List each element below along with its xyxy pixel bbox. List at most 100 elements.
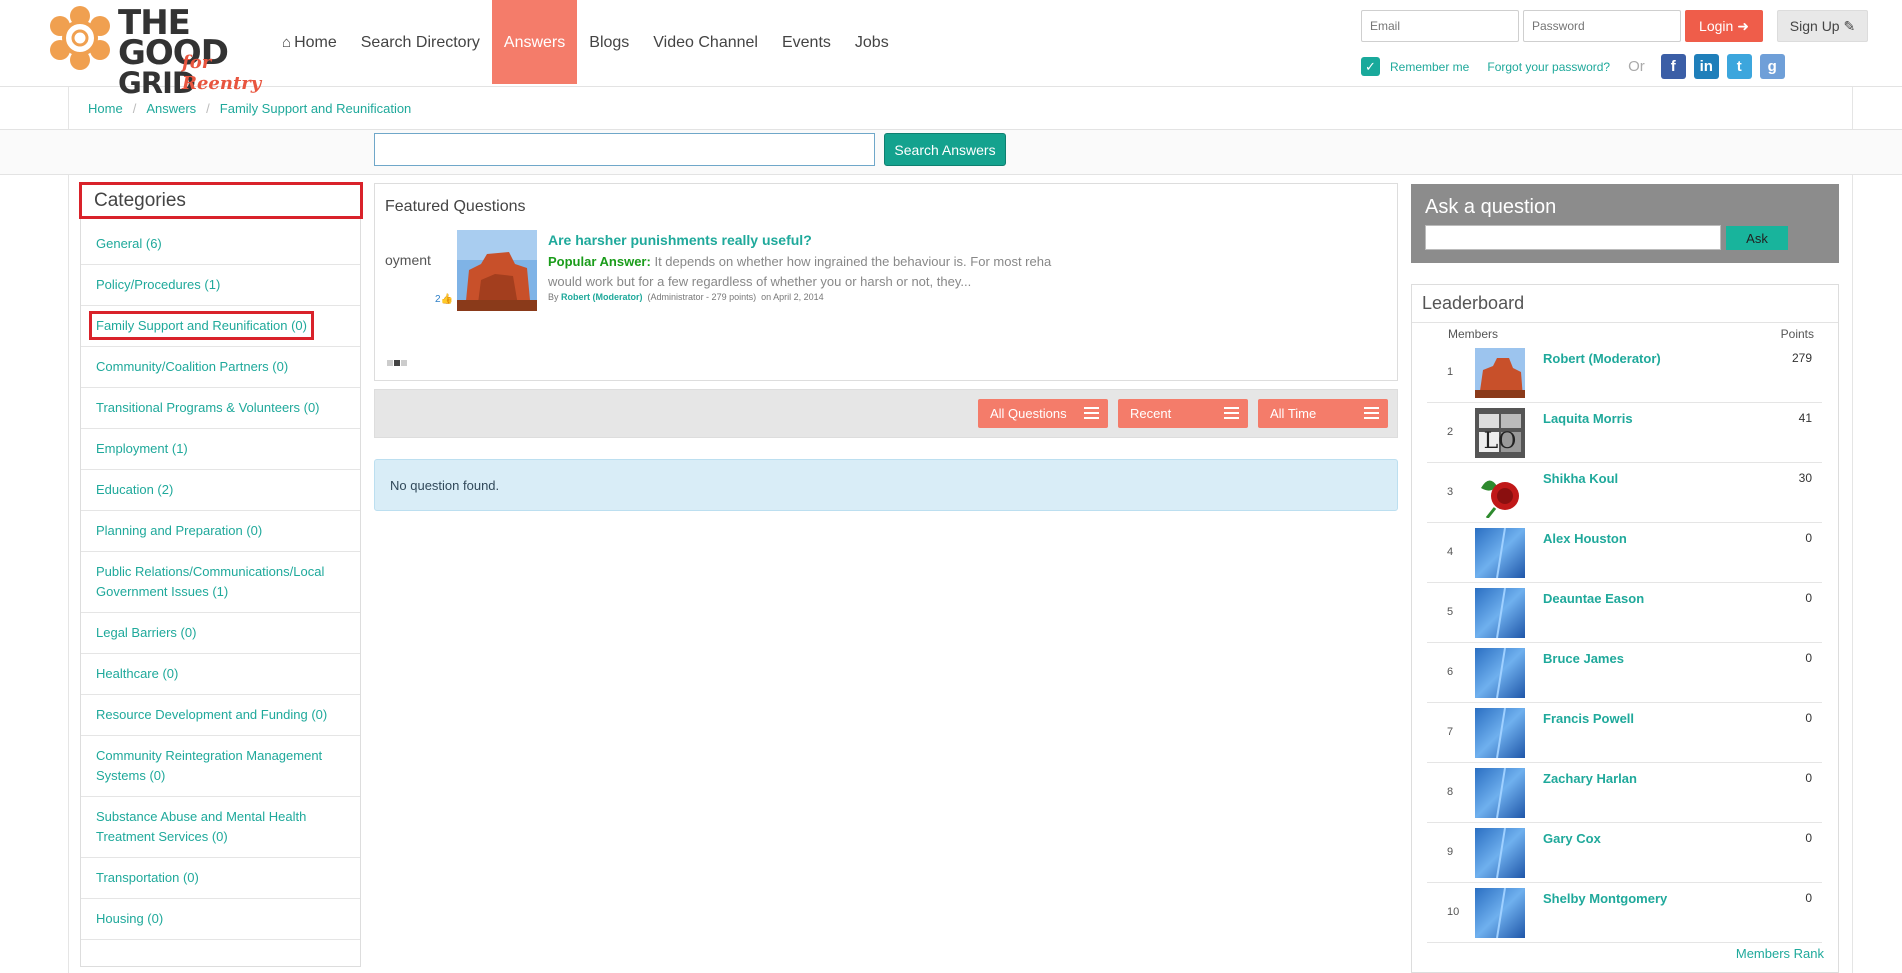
nav-jobs[interactable]: Jobs: [843, 0, 901, 84]
rank-number: 2: [1447, 426, 1454, 438]
filter-all-time[interactable]: All Time: [1258, 399, 1388, 428]
filter-label: Recent: [1130, 406, 1172, 421]
member-points: 0: [1805, 531, 1812, 545]
breadcrumb-answers[interactable]: Answers: [146, 101, 196, 116]
nav-home[interactable]: ⌂ Home: [270, 0, 349, 84]
category-label: Public Relations/Communications/Local Go…: [96, 564, 325, 599]
avatar[interactable]: LO: [1475, 408, 1525, 458]
featured-title: Featured Questions: [385, 198, 526, 215]
nav-search-directory[interactable]: Search Directory: [349, 0, 492, 84]
social-logins: f in t g: [1653, 54, 1785, 79]
question-thumbnail[interactable]: [457, 230, 537, 311]
member-name-link[interactable]: Bruce James: [1543, 651, 1624, 666]
members-rank-link[interactable]: Members Rank: [1736, 946, 1824, 961]
answers-search-bar: Search Answers: [0, 130, 1902, 175]
twitter-icon[interactable]: t: [1726, 54, 1752, 79]
category-item[interactable]: Planning and Preparation (0): [81, 511, 360, 552]
nav-events[interactable]: Events: [770, 0, 843, 84]
ask-button[interactable]: Ask: [1726, 226, 1788, 250]
carousel-dot[interactable]: [387, 360, 393, 366]
leaderboard-row: 5 Deauntae Eason 0: [1427, 583, 1822, 643]
signup-button[interactable]: Sign Up ✎: [1777, 10, 1868, 42]
search-input[interactable]: [374, 133, 875, 166]
remember-checkbox[interactable]: ✓: [1361, 57, 1380, 76]
search-answers-button[interactable]: Search Answers: [884, 133, 1006, 166]
category-item[interactable]: Community Reintegration Management Syste…: [81, 736, 360, 797]
avatar[interactable]: [1475, 348, 1525, 398]
avatar[interactable]: [1475, 828, 1525, 878]
google-icon[interactable]: g: [1759, 54, 1785, 79]
rank-number: 7: [1447, 726, 1454, 738]
avatar[interactable]: [1475, 708, 1525, 758]
password-field[interactable]: [1523, 10, 1681, 42]
category-label: Education (2): [96, 482, 174, 497]
facebook-icon[interactable]: f: [1660, 54, 1686, 79]
svg-text:LO: LO: [1484, 429, 1517, 454]
login-button[interactable]: Login ➜: [1685, 10, 1763, 42]
member-name-link[interactable]: Francis Powell: [1543, 711, 1634, 726]
carousel-dot[interactable]: [401, 360, 407, 366]
list-icon: [1224, 407, 1239, 419]
nav-blogs[interactable]: Blogs: [577, 0, 641, 84]
leaderboard-title: Leaderboard: [1422, 293, 1525, 313]
byline-author[interactable]: Robert (Moderator): [561, 292, 643, 302]
member-points: 0: [1805, 831, 1812, 845]
sign-in-icon: ➜: [1737, 17, 1749, 34]
nav-answers[interactable]: Answers: [491, 0, 578, 84]
popular-answer-label: Popular Answer:: [548, 254, 651, 269]
member-name-link[interactable]: Shikha Koul: [1543, 471, 1618, 486]
filter-recent[interactable]: Recent: [1118, 399, 1248, 428]
avatar[interactable]: [1475, 648, 1525, 698]
category-item[interactable]: General (6): [81, 224, 360, 265]
avatar[interactable]: [1475, 888, 1525, 938]
email-field[interactable]: [1361, 10, 1519, 42]
member-name-link[interactable]: Alex Houston: [1543, 531, 1627, 546]
featured-question-link[interactable]: Are harsher punishments really useful?: [548, 232, 812, 248]
category-item[interactable]: Housing (0): [81, 899, 360, 940]
category-label: Planning and Preparation (0): [96, 523, 263, 538]
category-item[interactable]: Education (2): [81, 470, 360, 511]
category-item[interactable]: Resource Development and Funding (0): [81, 695, 360, 736]
category-item[interactable]: Employment (1): [81, 429, 360, 470]
member-name-link[interactable]: Laquita Morris: [1543, 411, 1633, 426]
remember-label[interactable]: Remember me: [1390, 60, 1469, 74]
ask-question-input[interactable]: [1425, 225, 1721, 250]
leaderboard-row: 4 Alex Houston 0: [1427, 523, 1822, 583]
member-name-link[interactable]: Zachary Harlan: [1543, 771, 1637, 786]
avatar[interactable]: [1475, 468, 1525, 518]
forgot-password-link[interactable]: Forgot your password?: [1487, 60, 1610, 74]
category-label: Transportation (0): [96, 870, 199, 885]
category-item[interactable]: Substance Abuse and Mental Health Treatm…: [81, 797, 360, 858]
leaderboard-row: 2 LO Laquita Morris 41: [1427, 403, 1822, 463]
category-label: Substance Abuse and Mental Health Treatm…: [96, 809, 307, 844]
breadcrumb-home[interactable]: Home: [88, 101, 123, 116]
nav-video-channel[interactable]: Video Channel: [641, 0, 770, 84]
category-item[interactable]: Transitional Programs & Volunteers (0): [81, 388, 360, 429]
member-name-link[interactable]: Deauntae Eason: [1543, 591, 1644, 606]
category-item[interactable]: Transportation (0): [81, 858, 360, 899]
category-item[interactable]: Legal Barriers (0): [81, 613, 360, 654]
category-item-selected[interactable]: Family Support and Reunification (0): [81, 306, 360, 347]
member-name-link[interactable]: Robert (Moderator): [1543, 351, 1661, 366]
site-logo[interactable]: THE GOOD GRID for Reentry: [48, 4, 263, 98]
category-item[interactable]: Healthcare (0): [81, 654, 360, 695]
remember-row: ✓ Remember me Forgot your password? Or f…: [1361, 54, 1785, 79]
popular-answer: Popular Answer: It depends on whether ho…: [548, 252, 1068, 292]
category-item[interactable]: Public Relations/Communications/Local Go…: [81, 552, 360, 613]
member-name-link[interactable]: Shelby Montgomery: [1543, 891, 1667, 906]
avatar[interactable]: [1475, 528, 1525, 578]
no-results-message: No question found.: [374, 459, 1398, 511]
filter-all-questions[interactable]: All Questions: [978, 399, 1108, 428]
category-label: Policy/Procedures (1): [96, 277, 221, 292]
linkedin-icon[interactable]: in: [1693, 54, 1719, 79]
carousel-dot-active[interactable]: [394, 360, 400, 366]
category-item[interactable]: Policy/Procedures (1): [81, 265, 360, 306]
breadcrumb-current[interactable]: Family Support and Reunification: [220, 101, 412, 116]
member-name-link[interactable]: Gary Cox: [1543, 831, 1601, 846]
avatar[interactable]: [1475, 768, 1525, 818]
thumbs-up-icon: 👍: [440, 294, 454, 305]
member-points: 279: [1791, 351, 1812, 365]
avatar[interactable]: [1475, 588, 1525, 638]
category-item[interactable]: Community/Coalition Partners (0): [81, 347, 360, 388]
question-filter-bar: All Questions Recent All Time: [374, 389, 1398, 438]
